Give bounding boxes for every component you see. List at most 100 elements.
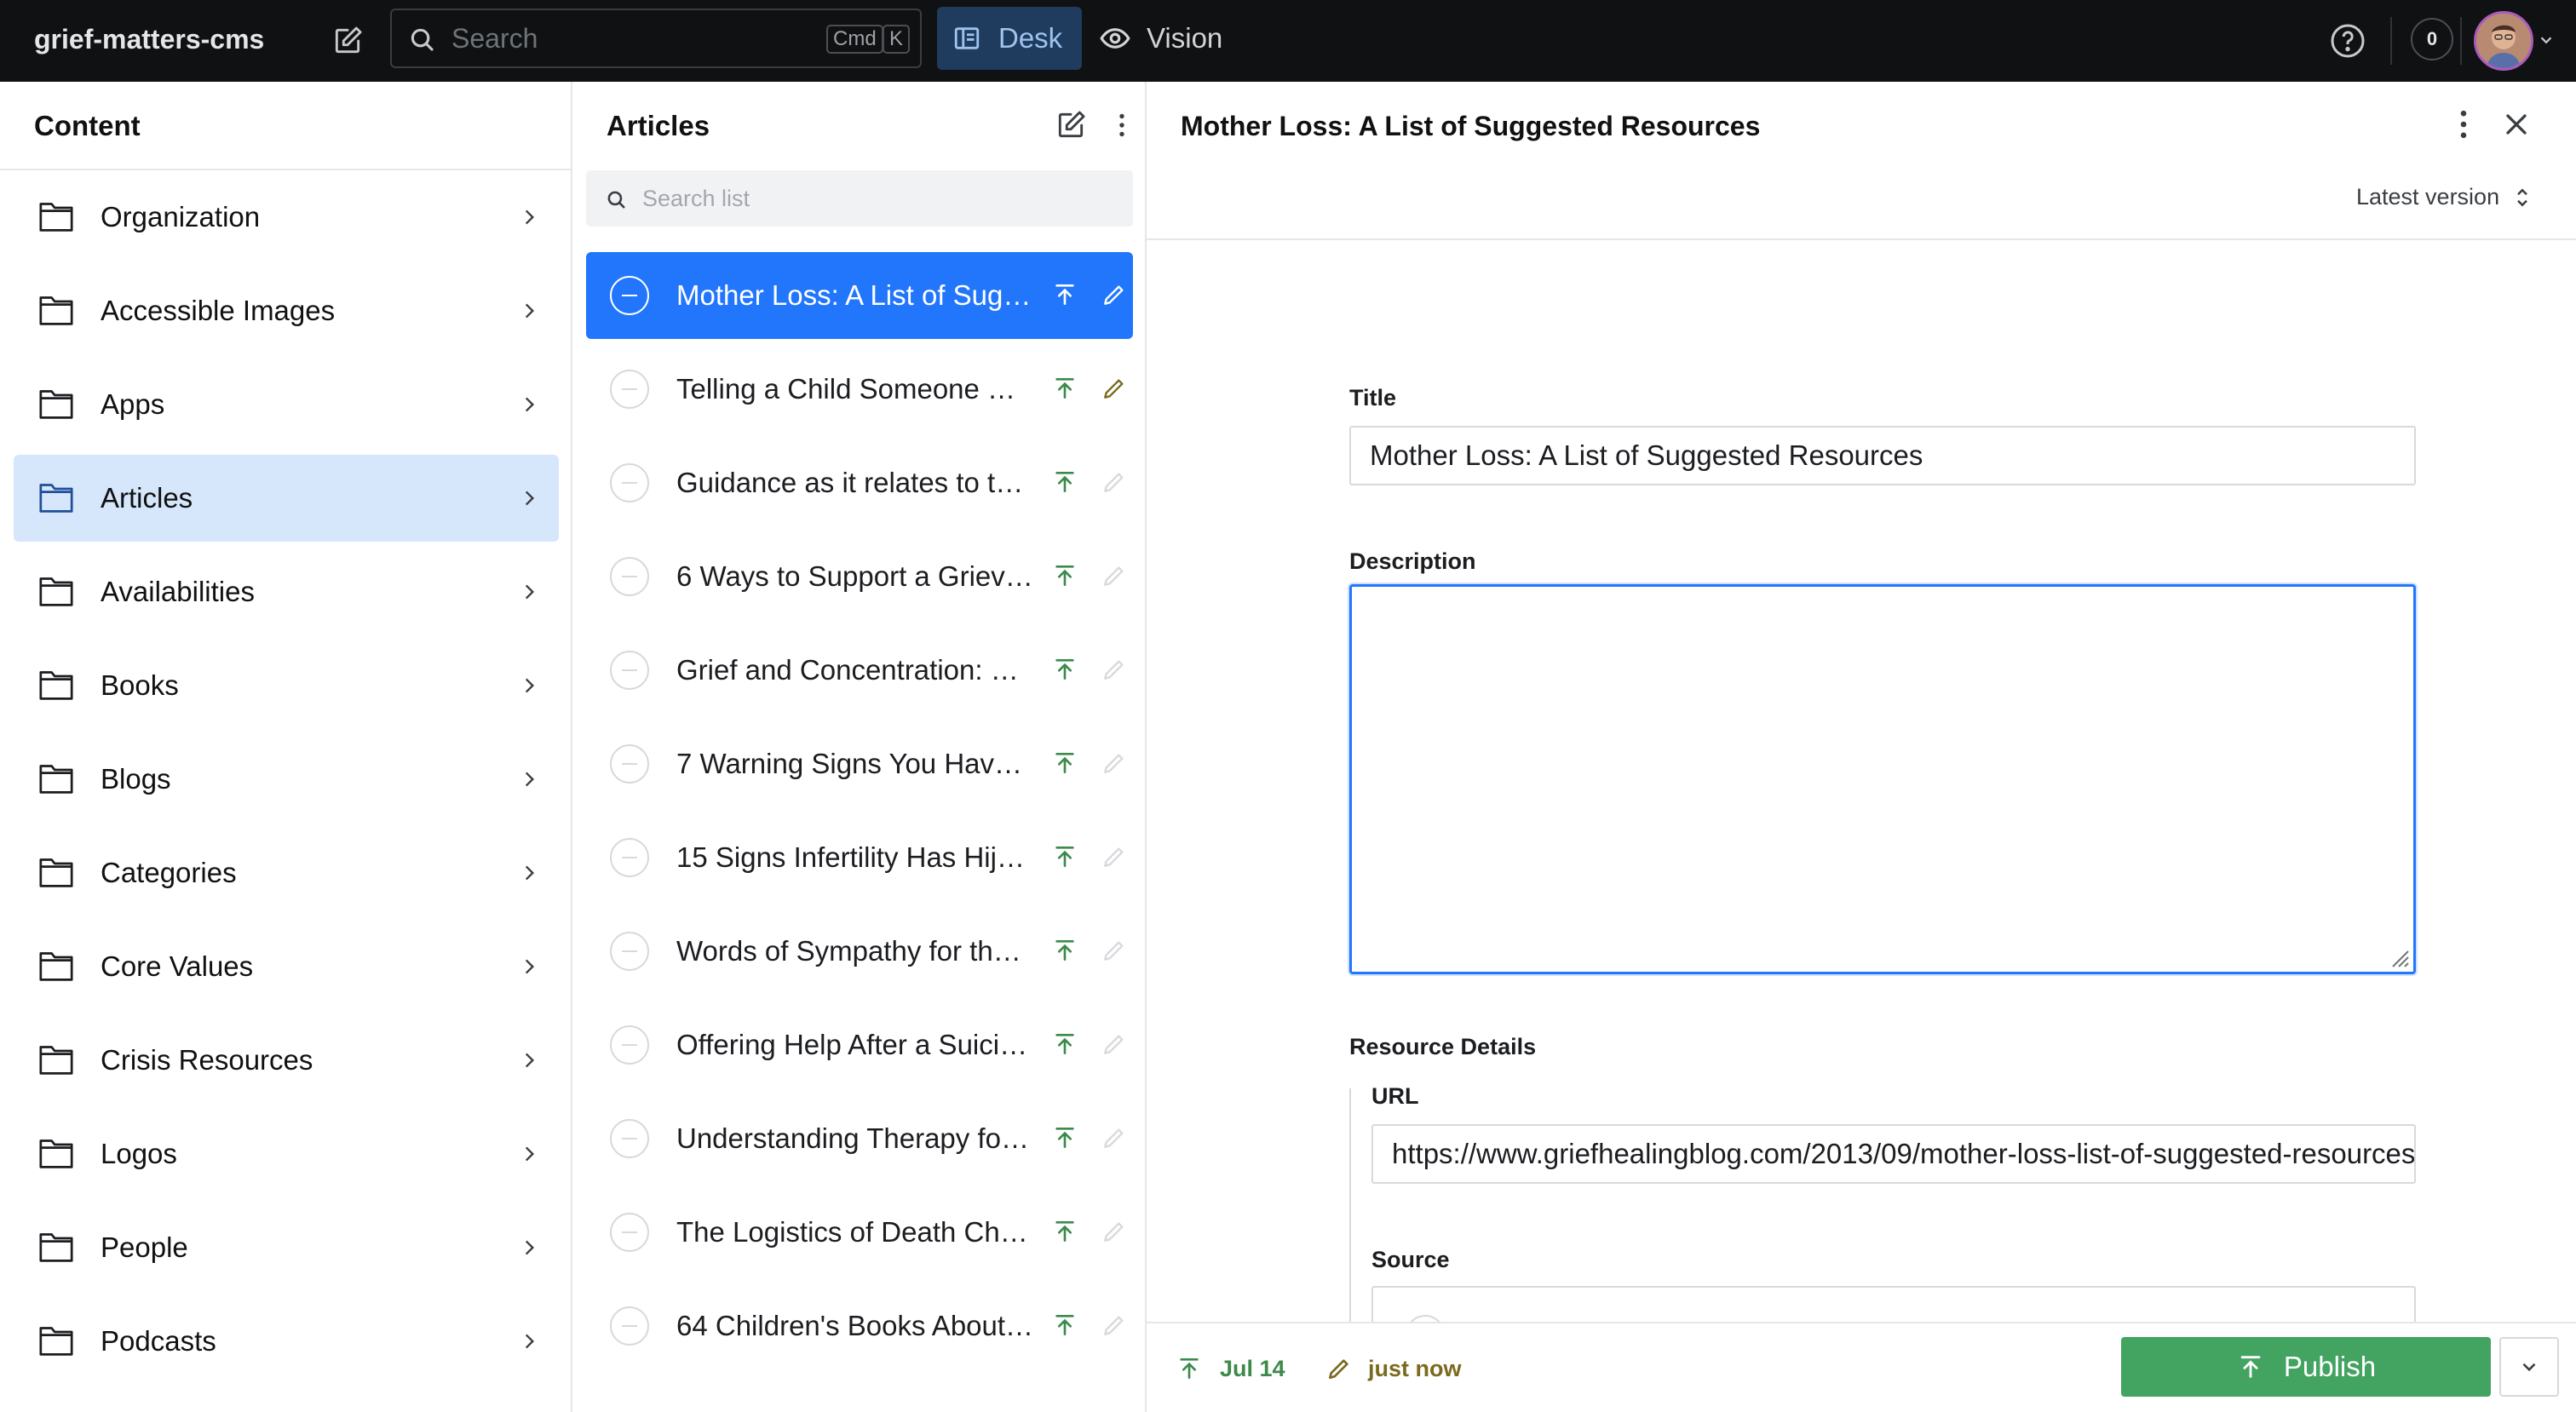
close-icon[interactable] <box>2499 107 2533 141</box>
chevron-down-icon <box>2522 1363 2536 1372</box>
published-icon <box>1055 1128 1074 1148</box>
sidebar-item-label: Books <box>101 669 179 701</box>
compose-icon <box>1058 111 1085 138</box>
publish-options-button[interactable] <box>2499 1337 2559 1397</box>
content-type-list: Organization Accessible Images Apps Article… <box>14 174 559 1392</box>
sidebar-item-core-values[interactable]: Core Values <box>14 923 559 1010</box>
folder-icon <box>39 484 73 513</box>
user-avatar[interactable] <box>2474 11 2533 71</box>
source-value: Grief Healing <box>1467 1288 1631 1322</box>
sidebar-item-availabilities[interactable]: Availabilities <box>14 548 559 635</box>
published-icon <box>1180 1358 1199 1379</box>
status-icon <box>610 1213 649 1252</box>
sidebar-item-organization[interactable]: Organization <box>14 174 559 261</box>
pencil-icon <box>1104 285 1124 305</box>
sidebar-item-accessible-images[interactable]: Accessible Images <box>14 267 559 354</box>
new-document-button[interactable] <box>327 20 368 61</box>
more-vertical-icon[interactable] <box>2445 106 2482 143</box>
sidebar-item-podcasts[interactable]: Podcasts <box>14 1298 559 1385</box>
tool-vision-tab[interactable]: Vision <box>1099 7 1222 70</box>
chevron-up-down-icon <box>2517 187 2527 207</box>
folder-icon <box>39 390 73 419</box>
title-input[interactable]: Mother Loss: A List of Suggested Resourc… <box>1349 426 2416 485</box>
folder-icon <box>39 858 73 887</box>
article-list-item[interactable]: Understanding Therapy for Grief <box>586 1095 1133 1182</box>
chevron-right-icon <box>525 303 535 319</box>
pencil-icon <box>1104 1316 1124 1335</box>
published-icon <box>1055 659 1074 680</box>
tool-desk-tab[interactable]: Desk <box>937 7 1082 70</box>
avatar-image <box>2476 14 2531 68</box>
desk-icon <box>954 27 980 49</box>
top-navbar: grief-matters-cms Search Cmd K Desk Visi… <box>0 0 2576 82</box>
folder-icon <box>39 1233 73 1262</box>
article-list-item[interactable]: 64 Children's Books About Death and Grie… <box>586 1283 1133 1369</box>
chevron-right-icon <box>525 1240 535 1255</box>
document-form: Title Mother Loss: A List of Suggested R… <box>1147 240 2576 1322</box>
article-list-item[interactable]: Mother Loss: A List of Suggested Resourc… <box>586 252 1133 339</box>
sidebar-item-apps[interactable]: Apps <box>14 361 559 448</box>
chevron-down-icon[interactable] <box>2537 31 2556 49</box>
description-textarea[interactable] <box>1349 584 2416 974</box>
search-list-input[interactable]: Search list <box>586 170 1133 227</box>
publish-label: Publish <box>2283 1351 2377 1382</box>
article-title: 6 Ways to Support a Grieving Friend <box>676 560 1034 592</box>
article-list-item[interactable]: Guidance as it relates to the Loss <box>586 439 1133 526</box>
article-list-item[interactable]: 6 Ways to Support a Grieving Friend <box>586 533 1133 620</box>
document-pane: Mother Loss: A List of Suggested Resourc… <box>1147 82 2576 1412</box>
article-list-item[interactable]: Offering Help After a Suicide Loss <box>586 1002 1133 1088</box>
sidebar-item-people[interactable]: People <box>14 1204 559 1291</box>
article-list-item[interactable]: 15 Signs Infertility Has Hijacked Your L… <box>586 814 1133 901</box>
source-reference[interactable]: Grief Healing <box>1371 1286 2416 1322</box>
version-selector[interactable]: Latest version <box>2356 184 2532 210</box>
article-list-item[interactable]: Words of Sympathy for the Bereaved <box>586 908 1133 995</box>
article-list-item[interactable]: Telling a Child Someone Has Died <box>586 346 1133 433</box>
chevron-right-icon <box>525 959 535 974</box>
article-title: Grief and Concentration: Why Can't I Foc… <box>676 654 1034 686</box>
articles-menu-button[interactable] <box>1101 104 1143 146</box>
sidebar-item-label: Organization <box>101 201 261 232</box>
help-icon <box>2331 24 2365 58</box>
workspace-name[interactable]: grief-matters-cms <box>34 0 264 82</box>
document-title: Mother Loss: A List of Suggested Resourc… <box>1181 111 1761 141</box>
status-icon <box>610 1306 649 1346</box>
article-list: Mother Loss: A List of Suggested Resourc… <box>586 252 1133 1376</box>
published-icon <box>1055 847 1074 867</box>
sidebar-item-articles[interactable]: Articles <box>14 455 559 542</box>
search-list-placeholder: Search list <box>642 186 750 211</box>
search-icon <box>607 191 625 209</box>
notification-badge[interactable]: 0 <box>2411 18 2453 60</box>
sidebar-item-crisis-resources[interactable]: Crisis Resources <box>14 1017 559 1104</box>
article-list-item[interactable]: 7 Warning Signs You Have Complicated Gri… <box>586 720 1133 807</box>
pencil-icon <box>1104 1222 1124 1242</box>
published-icon <box>1055 378 1074 399</box>
article-list-item[interactable]: Grief and Concentration: Why Can't I Foc… <box>586 627 1133 714</box>
sidebar-item-label: Availabilities <box>101 576 255 607</box>
published-status[interactable]: Jul 14 <box>1176 1323 1285 1412</box>
status-icon <box>610 463 649 502</box>
resize-handle-icon[interactable] <box>2388 946 2410 968</box>
status-icon <box>610 744 649 783</box>
create-article-button[interactable] <box>1049 104 1092 146</box>
sidebar-item-blogs[interactable]: Blogs <box>14 736 559 823</box>
sidebar-item-categories[interactable]: Categories <box>14 829 559 916</box>
source-label: Source <box>1371 1247 1450 1272</box>
fieldset-border <box>1349 1088 1351 1322</box>
folder-icon <box>39 203 73 232</box>
edited-time: just now <box>1368 1355 1462 1381</box>
url-input[interactable]: https://www.griefhealingblog.com/2013/09… <box>1371 1124 2416 1184</box>
global-search-input[interactable]: Search Cmd K <box>390 9 922 68</box>
article-title: Words of Sympathy for the Bereaved <box>676 935 1034 967</box>
sidebar-item-label: Apps <box>101 388 165 420</box>
publish-button[interactable]: Publish <box>2121 1337 2491 1397</box>
sidebar-item-books[interactable]: Books <box>14 642 559 729</box>
article-list-item[interactable]: The Logistics of Death Checklist <box>586 1189 1133 1276</box>
edited-status[interactable]: just now <box>1325 1323 1462 1412</box>
sidebar-item-logos[interactable]: Logos <box>14 1111 559 1197</box>
eye-icon <box>1100 28 1130 49</box>
sidebar-item-label: Core Values <box>101 950 254 982</box>
chevron-right-icon <box>525 772 535 787</box>
help-button[interactable] <box>2327 20 2368 61</box>
folder-icon <box>39 577 73 606</box>
sidebar-item-label: Podcasts <box>101 1325 216 1357</box>
